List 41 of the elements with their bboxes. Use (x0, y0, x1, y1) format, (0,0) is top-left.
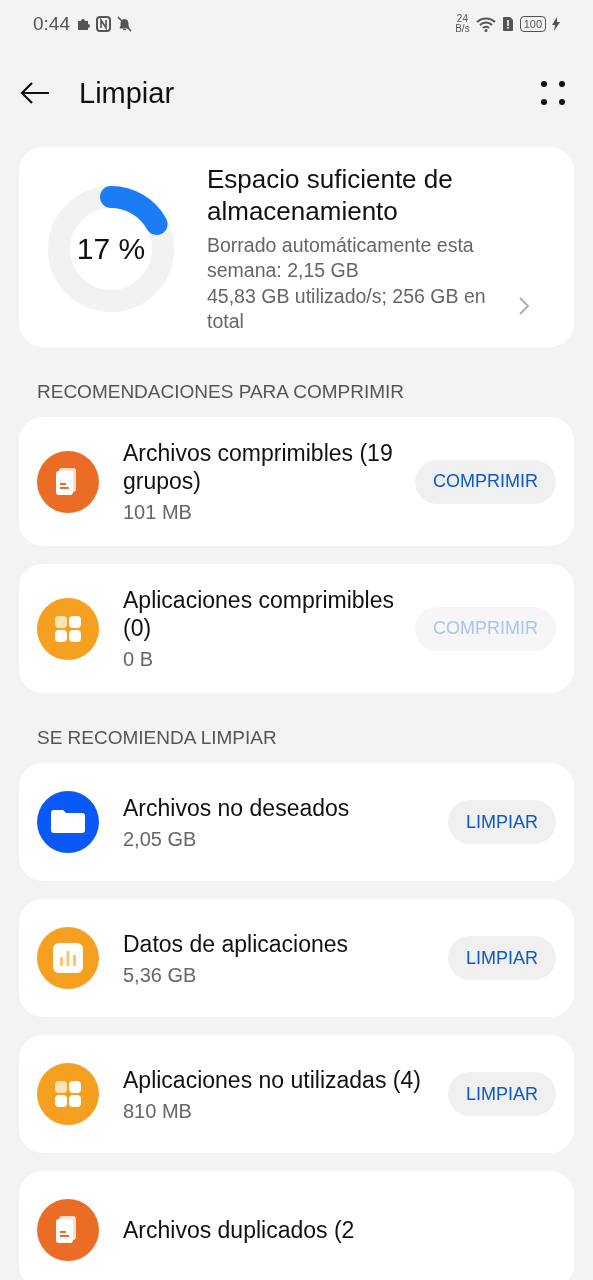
compress-button[interactable]: COMPRIMIR (415, 459, 556, 504)
battery-level: 100 (519, 16, 546, 32)
storage-percent: 17 % (76, 234, 146, 264)
item-size: 810 MB (123, 1099, 193, 1123)
item-size: 0 B (123, 648, 155, 671)
item-size: 101 MB (123, 501, 193, 524)
item-title: Datos de aplicaciones (123, 929, 350, 958)
list-item-card[interactable]: Aplicaciones no utilizadas (4) 810 MB LIMPIAR (19, 1035, 574, 1153)
clean-button[interactable]: LIMPIAR (447, 1072, 556, 1116)
nfc-icon (96, 16, 111, 32)
list-item-card[interactable]: Archivos no deseados 2,05 GB LIMPIAR (19, 763, 574, 881)
item-title: Aplicaciones no utilizadas (4) (123, 1065, 422, 1094)
more-options-button[interactable] (540, 80, 566, 106)
item-size: 2,05 GB (123, 827, 198, 851)
list-item-card[interactable]: Archivos comprimibles (19 grupos) 101 MB COMPRIMIR (19, 417, 574, 546)
clean-button[interactable]: LIMPIAR (447, 936, 556, 980)
auto-cleaned-text: Borrado automáticamente esta semana: 2,15 GB (207, 233, 475, 283)
wifi-icon (475, 16, 496, 32)
item-title: Archivos comprimibles (19 grupos) (123, 439, 394, 495)
page-title: Limpiar (79, 76, 176, 110)
storage-usage: 45,83 GB utilizado/s; 256 GB en total (207, 284, 487, 334)
puzzle-icon (76, 17, 90, 31)
section-header: SE RECOMIENDA LIMPIAR (37, 727, 278, 749)
item-title: Aplicaciones comprimibles (0) (123, 586, 395, 642)
storage-status: Espacio suficiente de almacenamiento (207, 163, 454, 227)
item-title: Archivos no deseados (123, 793, 351, 822)
list-item-card[interactable]: Archivos duplicados (2 (19, 1171, 574, 1280)
charging-bolt-icon (552, 17, 560, 31)
section-header: RECOMENDACIONES PARA COMPRIMIR (37, 381, 406, 403)
chevron-right-icon (519, 297, 529, 315)
clean-button[interactable]: LIMPIAR (447, 800, 556, 844)
item-size: 5,36 GB (123, 963, 198, 987)
list-item-card[interactable]: Datos de aplicaciones 5,36 GB LIMPIAR (19, 899, 574, 1017)
clock: 0:44 (33, 13, 70, 35)
item-title: Archivos duplicados (2 (123, 1216, 356, 1244)
network-speed-unit: B/s (455, 24, 470, 34)
muted-bell-icon (117, 16, 132, 32)
sim-alert-icon (501, 16, 514, 32)
network-speed: 24 (456, 14, 468, 24)
storage-card[interactable]: 17 % Espacio suficiente de almacenamiento Borrado automáticamente esta semana: 2,15 GB 45,83 GB utilizado/s; 256 GB en total (19, 147, 574, 347)
back-button[interactable] (19, 81, 51, 105)
